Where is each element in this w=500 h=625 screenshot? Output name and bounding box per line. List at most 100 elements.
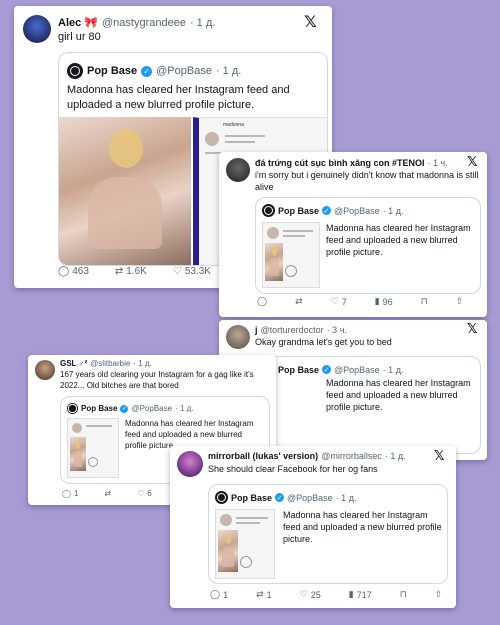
popbase-avatar [262,204,275,217]
quoted-tweet[interactable]: Pop Base ✓ @PopBase · 1 д. Madonna has c… [255,197,481,294]
like-button[interactable]: ♡ 6 [137,489,152,498]
reply-icon: ◯ [62,489,71,498]
share-button[interactable]: ⇧ [456,297,464,307]
post-time[interactable]: · 1 д. [133,359,151,368]
quoted-author-name: Pop Base [278,364,320,375]
tweet-text: girl ur 80 [58,31,101,43]
like-button[interactable]: ♡ 53.3K [173,266,211,277]
author-handle[interactable]: @mirrorballsec [321,451,382,461]
views-icon: ▮ [348,590,354,600]
reply-icon: ◯ [210,590,221,600]
repost-icon: ⇄ [256,590,264,600]
views-button[interactable]: ▮ 96 [375,297,393,307]
popbase-avatar [67,403,78,414]
post-time[interactable]: · 1 д. [190,17,215,29]
instagram-thumbnail[interactable] [262,222,320,288]
heart-icon: ♡ [299,590,308,600]
avatar[interactable] [177,451,203,477]
author-name[interactable]: mirrorball (lukas' version) [208,451,318,461]
post-time[interactable]: · 1 д. [385,451,406,461]
repost-button[interactable]: ⇄ [104,489,111,498]
author-name[interactable]: GSL ♂² [60,359,87,368]
repost-icon: ⇄ [114,266,124,277]
repost-button[interactable]: ⇄ 1.6K [115,266,147,277]
reply-button[interactable]: ◯ 1 [62,489,78,498]
instagram-thumbnail[interactable] [215,509,275,579]
author-handle[interactable]: @nastygrandeee [102,17,186,29]
post-time[interactable]: · 3 ч. [327,325,347,335]
avatar[interactable] [226,325,250,349]
post-time[interactable]: · 1 ч. [428,158,448,168]
quoted-text: Madonna has cleared her Instagram feed a… [326,378,471,412]
verified-badge-icon: ✓ [275,493,285,502]
tweet-card-da-trung[interactable]: đá trứng cút sục bình xăng con #TENOI · … [219,152,487,317]
tweet-actions: ◯ ⇄ ♡ 7 ▮ 96 ⊓ ⇧ [257,297,463,307]
author-handle[interactable]: @torturerdoctor [261,325,324,335]
heart-icon: ♡ [137,489,145,498]
popbase-avatar [67,63,83,79]
instagram-thumbnail[interactable] [67,418,119,478]
tweet-text: Okay grandma let's get you to bed [255,337,392,347]
verified-badge-icon: ✓ [120,404,129,413]
reply-button[interactable]: ◯ [257,297,267,307]
insta-username: madonna [223,122,244,128]
quoted-author-name: Pop Base [231,492,273,503]
quoted-tweet[interactable]: Pop Base ✓ @PopBase · 1 д. Madonna has c… [208,484,448,584]
quoted-post-time: · 1 д. [382,364,404,375]
tweet-card-mirrorball[interactable]: mirrorball (lukas' version) @mirrorballs… [170,446,456,608]
avatar[interactable] [226,158,250,182]
x-logo-icon: 𝕏 [467,322,478,337]
verified-badge-icon: ✓ [141,65,153,77]
quoted-post-time: · 1 д. [382,205,404,216]
bookmark-button[interactable]: ⊓ [400,590,407,600]
reply-button[interactable]: ◯ 463 [58,266,89,277]
quoted-author-name: Pop Base [81,404,118,413]
quoted-author-handle: @PopBase [334,205,380,216]
views-icon: ▮ [374,297,380,307]
popbase-avatar [215,491,228,504]
like-button[interactable]: ♡ 25 [300,590,321,600]
repost-icon: ⇄ [104,489,112,498]
repost-button[interactable]: ⇄ [295,297,303,307]
author-name[interactable]: j [255,325,258,335]
author-handle[interactable]: @slitbarbie [90,359,130,368]
verified-badge-icon: ✓ [322,206,332,215]
tweet-text: 167 years old clearing your Instagram fo… [60,370,254,390]
verified-badge-icon: ✓ [322,365,332,374]
quoted-author-handle: @PopBase [287,492,333,503]
tweet-text: She should clear Facebook for her og fan… [208,464,378,474]
x-logo-icon: 𝕏 [434,449,445,464]
tweet-actions: ◯ 463 ⇄ 1.6K ♡ 53.3K [58,266,211,277]
x-logo-icon: 𝕏 [467,155,478,170]
share-button[interactable]: ⇧ [435,590,443,600]
quoted-author-handle: @PopBase [156,65,212,77]
quoted-author-name: Pop Base [87,65,138,77]
quoted-author-handle: @PopBase [334,364,380,375]
share-icon: ⇧ [455,297,464,307]
author-name[interactable]: Alec 🎀 [58,16,98,29]
madonna-photo[interactable] [59,117,191,265]
tweet-actions: ◯ 1 ⇄ 1 ♡ 25 ▮ 717 ⊓ ⇧ [210,590,442,600]
avatar[interactable] [35,360,55,380]
bookmark-icon: ⊓ [420,297,428,307]
reply-icon: ◯ [257,297,268,307]
repost-icon: ⇄ [295,297,303,307]
views-button[interactable]: ▮ 717 [349,590,372,600]
quoted-post-time: · 1 д. [175,404,194,413]
quoted-post-time: · 1 д. [335,492,357,503]
reply-icon: ◯ [58,266,70,277]
quoted-tweet[interactable]: Pop Base ✓ @PopBase · 1 д. Madonna has c… [255,356,481,454]
author-name[interactable]: đá trứng cút sục bình xăng con #TENOI [255,158,425,168]
quoted-text: Madonna has cleared her Instagram feed a… [326,223,471,257]
avatar[interactable] [23,15,51,43]
repost-button[interactable]: ⇄ 1 [256,590,272,600]
reply-button[interactable]: ◯ 1 [210,590,228,600]
quoted-author-handle: @PopBase [131,404,173,413]
tweet-text: i'm sorry but i genuinely didn't know th… [255,170,479,192]
quoted-text: Madonna has cleared her Instagram feed a… [67,84,290,111]
quoted-author-name: Pop Base [278,205,320,216]
bookmark-button[interactable]: ⊓ [421,297,428,307]
like-button[interactable]: ♡ 7 [331,297,347,307]
share-icon: ⇧ [434,590,443,600]
bookmark-icon: ⊓ [399,590,407,600]
